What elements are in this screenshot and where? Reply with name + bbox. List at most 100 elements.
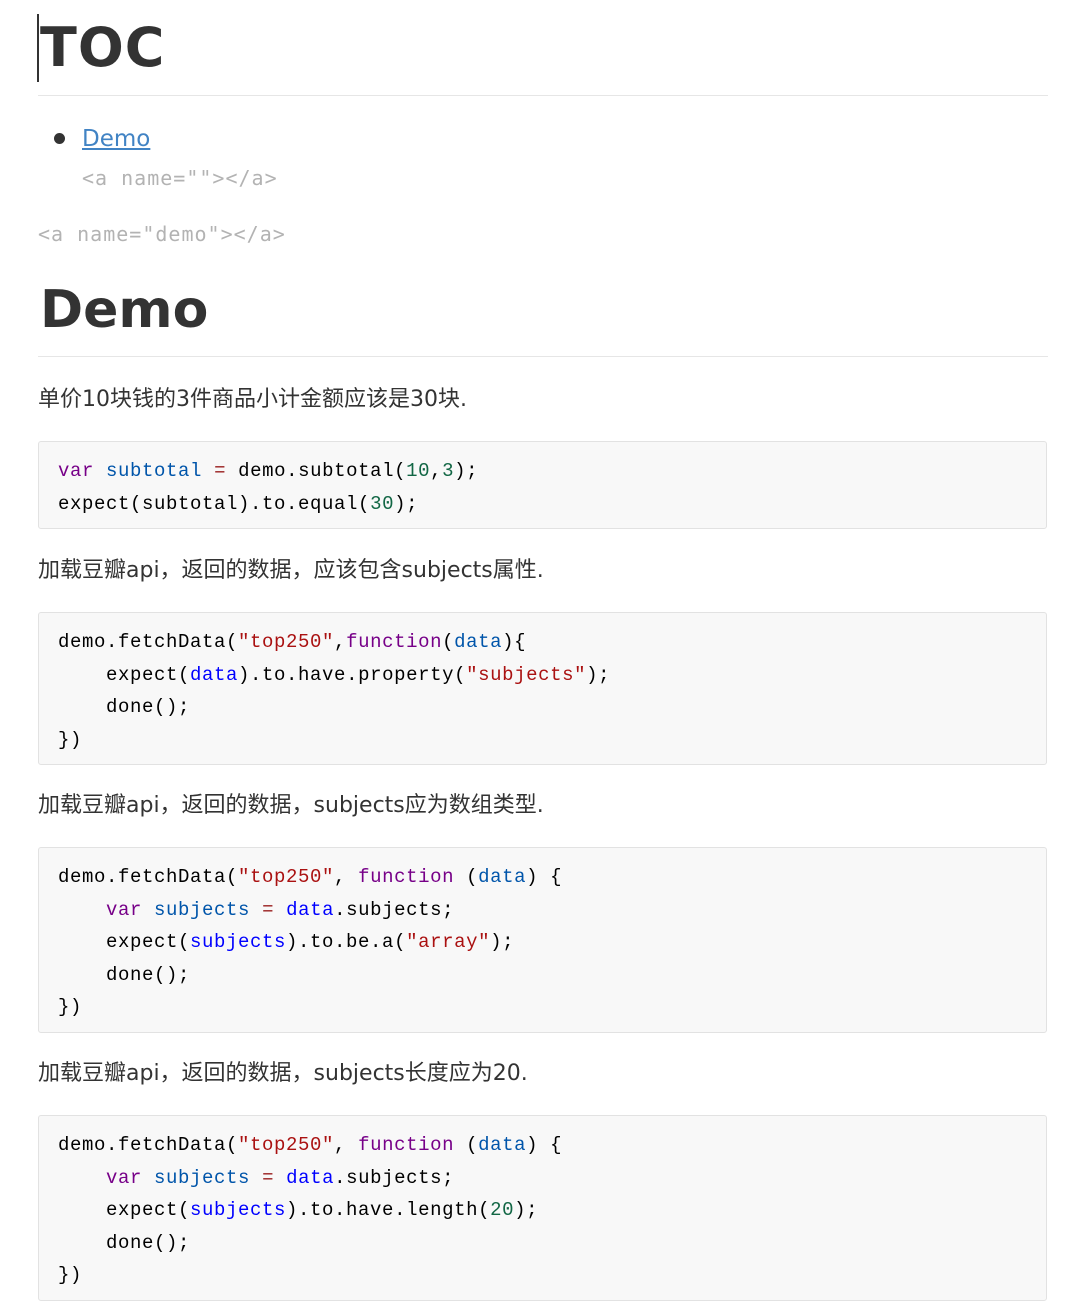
code-line: var subtotal = demo.subtotal(10,3); [58, 455, 1046, 488]
code-line: var subjects = data.subjects; [58, 1162, 1046, 1195]
code-token: "top250" [238, 866, 335, 888]
section-description: 加载豆瓣api，返回的数据，subjects应为数组类型. [38, 793, 544, 818]
code-token: done(); [58, 1231, 191, 1254]
code-token: expect( [58, 663, 191, 686]
text-cursor [37, 14, 39, 82]
section-description: 加载豆瓣api，返回的数据，应该包含subjects属性. [38, 558, 544, 583]
code-token: }) [58, 1264, 83, 1287]
code-token: .subjects; [334, 1166, 455, 1189]
code-token: expect( [58, 931, 191, 954]
code-line: expect(subtotal).to.equal(30); [58, 488, 1046, 521]
code-line: demo.fetchData("top250", function (data)… [58, 1129, 1046, 1162]
code-token: demo.fetchData( [58, 866, 239, 888]
code-token: , [334, 866, 359, 888]
code-token: .subjects; [334, 898, 455, 921]
code-token: }) [58, 996, 83, 1019]
toc-heading: TOC [40, 16, 166, 79]
code-token: 10 [406, 460, 431, 482]
code-token: , [334, 631, 347, 653]
code-token: demo.fetchData( [58, 631, 239, 653]
code-token: ).to.have.length( [286, 1199, 491, 1222]
code-block[interactable]: var subtotal = demo.subtotal(10,3); expec… [38, 441, 1047, 529]
code-token: 20 [490, 1199, 515, 1222]
code-token: subtotal [106, 460, 203, 482]
section-description: 加载豆瓣api，返回的数据，subjects长度应为20. [38, 1061, 528, 1086]
code-token: demo.subtotal( [226, 460, 407, 482]
code-token: data [478, 1134, 527, 1156]
code-token: ); [490, 931, 515, 954]
code-block[interactable]: demo.fetchData("top250", function (data)… [38, 847, 1047, 1033]
code-token: data [286, 898, 335, 921]
code-token: function [346, 631, 443, 653]
heading-divider [38, 356, 1048, 357]
code-token: , [430, 460, 443, 482]
code-token: ( [454, 1134, 479, 1156]
toc-list: Demo <a name=""></a> [38, 120, 278, 192]
code-line: }) [58, 991, 1046, 1024]
code-token: ){ [502, 631, 527, 653]
code-token: ).to.be.a( [286, 931, 407, 954]
code-token: ( [454, 866, 479, 888]
raw-anchor-tag: <a name=""></a> [82, 166, 278, 190]
code-token: subjects [190, 931, 287, 954]
code-token: ); [394, 492, 419, 515]
code-token: "top250" [238, 631, 335, 653]
code-line: }) [58, 1259, 1046, 1292]
code-line: done(); [58, 959, 1046, 992]
code-token: subjects [154, 898, 251, 921]
code-line: }) [58, 724, 1046, 757]
code-token: var [58, 460, 95, 482]
code-token: 3 [442, 460, 455, 482]
code-token: expect( [58, 1199, 191, 1222]
code-token: "subjects" [466, 663, 587, 686]
code-token: data [454, 631, 503, 653]
code-token: ); [586, 663, 611, 686]
code-token: subjects [154, 1166, 251, 1189]
code-line: demo.fetchData("top250", function (data)… [58, 861, 1046, 894]
code-line: done(); [58, 691, 1046, 724]
code-token: ) { [526, 866, 563, 888]
code-token: "array" [406, 931, 491, 954]
code-token: done(); [58, 696, 191, 719]
section-description: 单价10块钱的3件商品小计金额应该是30块. [38, 387, 467, 412]
code-token: var [106, 1166, 143, 1189]
bullet-icon [54, 133, 65, 144]
code-line: expect(subjects).to.be.a("array"); [58, 926, 1046, 959]
code-block[interactable]: demo.fetchData("top250", function (data)… [38, 1115, 1047, 1301]
code-token: , [334, 1134, 359, 1156]
code-token: function [358, 1134, 455, 1156]
code-line: var subjects = data.subjects; [58, 894, 1046, 927]
code-token: data [478, 866, 527, 888]
markdown-document: TOC Demo <a name=""></a> <a name="demo">… [0, 0, 1080, 1316]
code-token: ) { [526, 1134, 563, 1156]
code-token: 30 [370, 492, 395, 515]
heading-divider [38, 95, 1048, 96]
code-token: data [190, 663, 239, 686]
code-block[interactable]: demo.fetchData("top250",function(data){ … [38, 612, 1047, 765]
code-token: subjects [190, 1199, 287, 1222]
code-token: var [106, 898, 143, 921]
code-line: done(); [58, 1227, 1046, 1260]
code-token: done(); [58, 963, 191, 986]
code-token: = [262, 1166, 275, 1189]
code-line: expect(subjects).to.have.length(20); [58, 1194, 1046, 1227]
code-token: = [214, 460, 227, 482]
code-token: ).to.have.property( [238, 663, 467, 686]
toc-link-demo[interactable]: Demo [82, 120, 278, 158]
code-token: function [358, 866, 455, 888]
demo-heading: Demo [40, 280, 209, 340]
code-token: ( [442, 631, 455, 653]
code-token: data [286, 1166, 335, 1189]
code-token: }) [58, 728, 83, 751]
code-token: demo.fetchData( [58, 1134, 239, 1156]
